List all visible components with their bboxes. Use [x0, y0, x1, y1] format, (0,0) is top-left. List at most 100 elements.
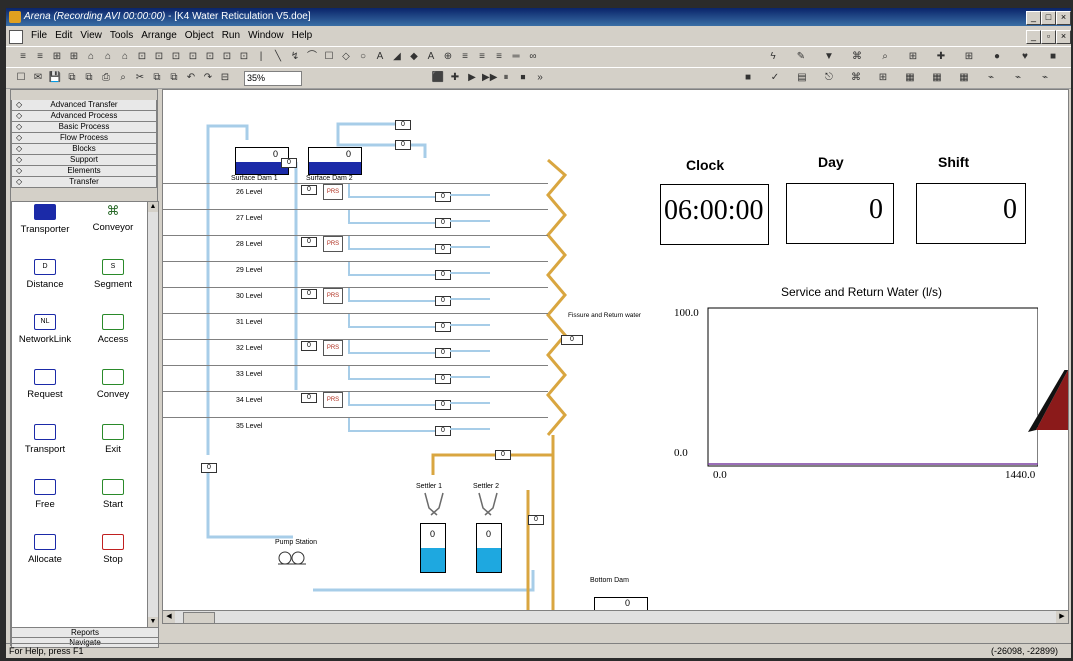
- run-control-icon[interactable]: ▶: [465, 71, 479, 85]
- menu-tools[interactable]: Tools: [110, 30, 133, 41]
- module-transporter[interactable]: Transporter: [12, 204, 78, 259]
- scroll-down-icon[interactable]: ▼: [148, 617, 158, 627]
- toolbar1-right-icon[interactable]: ▼: [822, 50, 836, 64]
- toolbar2-right-icon[interactable]: ⊞: [876, 71, 890, 85]
- toolbar1-button-icon[interactable]: ⌂: [84, 50, 98, 64]
- run-control-icon[interactable]: ▶▶: [482, 71, 497, 85]
- toolbar2-button-icon[interactable]: ✂: [133, 71, 147, 85]
- toolbar2-right-icon[interactable]: ▦: [957, 71, 971, 85]
- module-segment[interactable]: S Segment: [80, 259, 146, 314]
- menu-help[interactable]: Help: [292, 30, 313, 41]
- toolbar1-right-icon[interactable]: ⊞: [962, 50, 976, 64]
- toolbar1-button-icon[interactable]: ◆: [407, 50, 421, 64]
- scroll-up-icon[interactable]: ▲: [148, 202, 158, 212]
- run-control-icon[interactable]: ✚: [448, 71, 462, 85]
- toolbar2-button-icon[interactable]: 💾: [48, 71, 62, 85]
- toolbar2-right-icon[interactable]: ▤: [795, 71, 809, 85]
- scroll-left-icon[interactable]: ◀: [163, 611, 175, 623]
- panel-elements[interactable]: ◇ Elements: [11, 166, 157, 177]
- toolbar1-button-icon[interactable]: ⌒: [305, 50, 319, 64]
- menu-window[interactable]: Window: [248, 30, 284, 41]
- toolbar1-button-icon[interactable]: ⊞: [50, 50, 64, 64]
- module-request[interactable]: Request: [12, 369, 78, 424]
- toolbar2-right-icon[interactable]: ⌁: [1038, 71, 1052, 85]
- module-stop[interactable]: Stop: [80, 534, 146, 589]
- toolbar1-button-icon[interactable]: ☐: [322, 50, 336, 64]
- toolbar2-right-icon[interactable]: ⎋: [822, 71, 836, 85]
- panel-support[interactable]: ◇ Support: [11, 155, 157, 166]
- toolbar1-button-icon[interactable]: ⊡: [186, 50, 200, 64]
- toolbar2-button-icon[interactable]: ⌕: [116, 71, 130, 85]
- minimize-button[interactable]: _: [1026, 11, 1041, 25]
- prs-valve[interactable]: PRS: [323, 340, 343, 356]
- toolbar1-button-icon[interactable]: ◢: [390, 50, 404, 64]
- menu-file[interactable]: File: [31, 30, 47, 41]
- settler-2-tank[interactable]: 0: [476, 523, 502, 573]
- module-convey[interactable]: Convey: [80, 369, 146, 424]
- toolbar2-button-icon[interactable]: ⧉: [167, 71, 181, 85]
- toolbar1-button-icon[interactable]: ≡: [33, 50, 47, 64]
- prs-valve[interactable]: PRS: [323, 392, 343, 408]
- toolbar2-right-icon[interactable]: ▦: [930, 71, 944, 85]
- toolbar1-right-icon[interactable]: ✚: [934, 50, 948, 64]
- module-allocate[interactable]: Allocate: [12, 534, 78, 589]
- toolbar1-right-icon[interactable]: ✎: [794, 50, 808, 64]
- surface-dam-2[interactable]: 0: [308, 147, 362, 175]
- toolbar1-button-icon[interactable]: ⊡: [237, 50, 251, 64]
- toolbar1-button-icon[interactable]: ○: [356, 50, 370, 64]
- toolbar1-button-icon[interactable]: ⊡: [220, 50, 234, 64]
- document-icon[interactable]: [9, 30, 23, 44]
- toolbar1-right-icon[interactable]: ♥: [1018, 50, 1032, 64]
- toolbar1-right-icon[interactable]: ⌕: [878, 50, 892, 64]
- toolbar1-right-icon[interactable]: ⌘: [850, 50, 864, 64]
- toolbar1-button-icon[interactable]: ⊡: [135, 50, 149, 64]
- module-conveyor[interactable]: ⌘ Conveyor: [80, 204, 146, 259]
- scroll-thumb[interactable]: [183, 612, 215, 624]
- module-free[interactable]: Free: [12, 479, 78, 534]
- prs-valve[interactable]: PRS: [323, 236, 343, 252]
- toolbar1-button-icon[interactable]: |: [254, 50, 268, 64]
- doc-close-button[interactable]: ×: [1056, 30, 1071, 44]
- toolbar1-button-icon[interactable]: ∞: [526, 50, 540, 64]
- toolbar2-right-icon[interactable]: ✓: [768, 71, 782, 85]
- toolbar1-button-icon[interactable]: ≡: [458, 50, 472, 64]
- menu-arrange[interactable]: Arrange: [141, 30, 177, 41]
- model-canvas[interactable]: 26 Level 0 0 PRS 27 Level 0 28 Level 0 0 PRS 29 Le…: [162, 89, 1069, 611]
- toolbar1-button-icon[interactable]: ⊡: [169, 50, 183, 64]
- toolbar1-button-icon[interactable]: ⊕: [441, 50, 455, 64]
- toolbar1-button-icon[interactable]: ≡: [492, 50, 506, 64]
- toolbar1-right-icon[interactable]: ●: [990, 50, 1004, 64]
- close-button[interactable]: ×: [1056, 11, 1071, 25]
- scroll-right-icon[interactable]: ▶: [1056, 611, 1068, 623]
- pump-icon[interactable]: [278, 550, 306, 566]
- toolbar1-button-icon[interactable]: A: [424, 50, 438, 64]
- toolbar1-button-icon[interactable]: A: [373, 50, 387, 64]
- toolbar1-button-icon[interactable]: ≡: [475, 50, 489, 64]
- menu-edit[interactable]: Edit: [55, 30, 72, 41]
- panel-blocks[interactable]: ◇ Blocks: [11, 144, 157, 155]
- toolbar2-button-icon[interactable]: ✉: [31, 71, 45, 85]
- toolbar1-right-icon[interactable]: ϟ: [766, 50, 780, 64]
- run-control-icon[interactable]: ⬛: [431, 71, 445, 85]
- toolbar1-button-icon[interactable]: ⊞: [67, 50, 81, 64]
- panel-flow-process[interactable]: ◇ Flow Process: [11, 133, 157, 144]
- settler-1-tank[interactable]: 0: [420, 523, 446, 573]
- module-access[interactable]: Access: [80, 314, 146, 369]
- module-tray-scrollbar[interactable]: ▲ ▼: [147, 201, 159, 628]
- toolbar1-right-icon[interactable]: ⊞: [906, 50, 920, 64]
- module-start[interactable]: Start: [80, 479, 146, 534]
- toolbar2-button-icon[interactable]: ☐: [14, 71, 28, 85]
- toolbar1-button-icon[interactable]: ⊡: [152, 50, 166, 64]
- toolbar2-right-icon[interactable]: ▦: [903, 71, 917, 85]
- bottom-dam[interactable]: 0: [594, 597, 648, 610]
- panel-advanced-transfer[interactable]: ◇ Advanced Transfer: [11, 100, 157, 111]
- toolbar1-button-icon[interactable]: ≡: [16, 50, 30, 64]
- toolbar2-right-icon[interactable]: ⌘: [849, 71, 863, 85]
- toolbar2-right-icon[interactable]: ■: [741, 71, 755, 85]
- toolbar1-button-icon[interactable]: ⌂: [101, 50, 115, 64]
- toolbar2-right-icon[interactable]: ⌁: [984, 71, 998, 85]
- doc-restore-button[interactable]: ▫: [1041, 30, 1056, 44]
- toolbar1-button-icon[interactable]: ↯: [288, 50, 302, 64]
- module-transport[interactable]: Transport: [12, 424, 78, 479]
- panel-transfer[interactable]: ◇ Transfer: [11, 177, 157, 188]
